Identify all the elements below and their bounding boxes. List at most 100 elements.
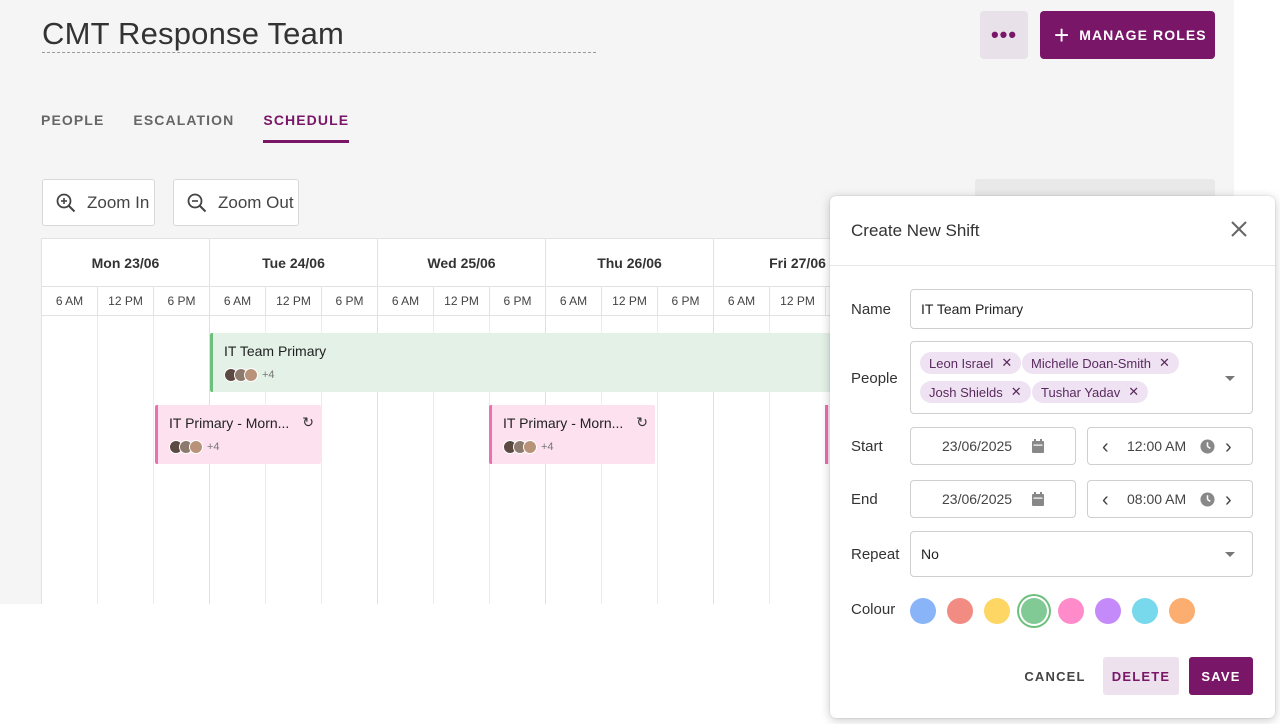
chevron-right-icon[interactable]: ›	[1225, 489, 1232, 512]
save-button[interactable]: SAVE	[1189, 657, 1253, 695]
zoom-out-icon	[187, 193, 207, 212]
shift-block[interactable]: IT Primary - Morn... ↻ +4	[489, 405, 655, 464]
start-time-field[interactable]: ‹ 12:00 AM ›	[1087, 427, 1253, 465]
end-date-field[interactable]: 23/06/2025	[910, 480, 1076, 518]
start-date-value: 23/06/2025	[942, 438, 1013, 454]
repeat-icon: ↻	[636, 414, 648, 430]
start-label: Start	[851, 438, 883, 455]
repeat-label: Repeat	[851, 546, 900, 563]
colour-swatch[interactable]	[910, 598, 936, 624]
chip-label: Leon Israel	[929, 355, 994, 371]
remove-chip-icon[interactable]: ✕	[1011, 384, 1022, 400]
tab-escalation[interactable]: ESCALATION	[133, 112, 234, 143]
shift-block[interactable]: IT Primary - Morn... ↻ +4	[155, 405, 321, 464]
schedule-calendar: Mon 23/06 Tue 24/06 Wed 25/06 Thu 26/06 …	[41, 238, 841, 604]
calendar-icon[interactable]	[1031, 491, 1045, 507]
extra-people-count: +4	[262, 369, 275, 381]
chevron-right-icon[interactable]: ›	[1225, 436, 1232, 459]
repeat-icon: ↻	[302, 414, 314, 430]
colour-swatch[interactable]	[1169, 598, 1195, 624]
start-time-value: 12:00 AM	[1127, 438, 1187, 454]
hour-header: 6 PM	[322, 287, 378, 316]
shift-title: IT Team Primary	[224, 343, 327, 359]
manage-roles-button[interactable]: + MANAGE ROLES	[1040, 11, 1215, 59]
chevron-left-icon[interactable]: ‹	[1102, 436, 1109, 459]
remove-chip-icon[interactable]: ✕	[1128, 384, 1139, 400]
end-date-value: 23/06/2025	[942, 491, 1013, 507]
tab-bar: PEOPLE ESCALATION SCHEDULE	[41, 112, 378, 143]
end-time-field[interactable]: ‹ 08:00 AM ›	[1087, 480, 1253, 518]
colour-swatch[interactable]	[1021, 598, 1047, 624]
person-chip[interactable]: Tushar Yadav ✕	[1032, 381, 1149, 403]
zoom-out-label: Zoom Out	[218, 192, 294, 212]
tab-people[interactable]: PEOPLE	[41, 112, 104, 143]
avatar	[244, 368, 258, 382]
day-header: Wed 25/06	[378, 239, 546, 287]
hour-header: 12 PM	[98, 287, 154, 316]
day-header: Thu 26/06	[546, 239, 714, 287]
day-header: Fri 27/06	[714, 239, 841, 287]
day-header: Mon 23/06	[42, 239, 210, 287]
more-options-button[interactable]: •••	[980, 11, 1028, 59]
chip-label: Michelle Doan-Smith	[1031, 355, 1151, 371]
person-chip[interactable]: Leon Israel ✕	[920, 352, 1022, 374]
extra-people-count: +4	[541, 441, 554, 453]
cancel-button[interactable]: CANCEL	[1014, 657, 1096, 695]
shift-block[interactable]	[825, 405, 829, 464]
person-chip[interactable]: Michelle Doan-Smith ✕	[1022, 352, 1179, 374]
hour-header: 6 AM	[42, 287, 98, 316]
person-chip[interactable]: Josh Shields ✕	[920, 381, 1031, 403]
tab-schedule[interactable]: SCHEDULE	[263, 112, 350, 143]
name-label: Name	[851, 301, 892, 318]
hour-header: 6 PM	[490, 287, 546, 316]
shift-avatars: +4	[503, 440, 554, 454]
zoom-out-button[interactable]: Zoom Out	[173, 179, 299, 226]
hour-header: 6 PM	[154, 287, 210, 316]
hour-header: 12 PM	[266, 287, 322, 316]
avatar	[523, 440, 537, 454]
dropdown-caret-icon[interactable]	[1225, 552, 1235, 557]
name-field[interactable]: IT Team Primary	[910, 289, 1253, 329]
extra-people-count: +4	[207, 441, 220, 453]
manage-roles-label: MANAGE ROLES	[1079, 27, 1207, 43]
clock-icon	[1200, 492, 1215, 507]
colour-swatch[interactable]	[1132, 598, 1158, 624]
dropdown-caret-icon[interactable]	[1225, 376, 1235, 381]
people-label: People	[851, 370, 898, 387]
colour-swatch[interactable]	[984, 598, 1010, 624]
hour-header: 12 PM	[434, 287, 490, 316]
dialog-header: Create New Shift	[830, 196, 1275, 266]
remove-chip-icon[interactable]: ✕	[1159, 355, 1170, 371]
colour-swatch[interactable]	[1058, 598, 1084, 624]
start-date-field[interactable]: 23/06/2025	[910, 427, 1076, 465]
remove-chip-icon[interactable]: ✕	[1001, 355, 1012, 371]
more-icon: •••	[990, 22, 1018, 47]
repeat-select[interactable]: No	[910, 531, 1253, 577]
colour-swatch[interactable]	[947, 598, 973, 624]
delete-button[interactable]: DELETE	[1103, 657, 1179, 695]
chip-label: Josh Shields	[929, 384, 1003, 400]
close-icon[interactable]	[1228, 218, 1250, 240]
hour-header: 6 AM	[546, 287, 602, 316]
plus-icon: +	[1054, 20, 1070, 50]
day-header-row: Mon 23/06 Tue 24/06 Wed 25/06 Thu 26/06 …	[42, 239, 841, 287]
chevron-left-icon[interactable]: ‹	[1102, 489, 1109, 512]
calendar-icon[interactable]	[1031, 438, 1045, 454]
zoom-in-label: Zoom In	[87, 192, 150, 212]
page-title[interactable]: CMT Response Team	[42, 16, 344, 52]
hour-header: 6 AM	[378, 287, 434, 316]
name-value: IT Team Primary	[921, 301, 1024, 317]
zoom-in-icon	[56, 193, 76, 212]
shift-title: IT Primary - Morn...	[169, 415, 290, 431]
repeat-value: No	[921, 546, 939, 562]
clock-icon	[1200, 439, 1215, 454]
shift-avatars: +4	[224, 368, 275, 382]
shift-block[interactable]: IT Team Primary +4	[210, 333, 841, 392]
colour-swatch[interactable]	[1095, 598, 1121, 624]
shift-avatars: +4	[169, 440, 220, 454]
zoom-in-button[interactable]: Zoom In	[42, 179, 155, 226]
people-field[interactable]: Leon Israel ✕ Michelle Doan-Smith ✕ Josh…	[910, 341, 1253, 414]
hour-header: 12 PM	[602, 287, 658, 316]
colour-label: Colour	[851, 601, 896, 618]
dialog-title: Create New Shift	[851, 221, 980, 240]
